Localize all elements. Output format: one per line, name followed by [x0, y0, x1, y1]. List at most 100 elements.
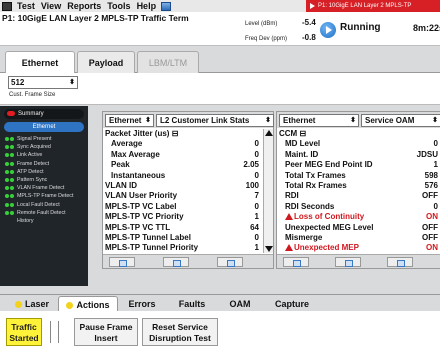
led-item[interactable]: Sync Acquired	[3, 143, 87, 151]
stat-label-text: VLAN ID	[105, 180, 137, 190]
led-item[interactable]: Pattern Sync	[3, 176, 87, 184]
window-button[interactable]	[163, 257, 189, 267]
led-item[interactable]: MPLS-TP Frame Detect	[3, 192, 87, 200]
stat-row: RDI OFF	[277, 191, 440, 201]
tab-errors[interactable]: Errors	[120, 296, 164, 312]
stat-row: Average 0	[103, 139, 273, 149]
led-item[interactable]: Signal Present	[3, 135, 87, 143]
scroll-down-icon[interactable]	[265, 246, 273, 252]
stat-row: Total Rx Frames 576	[277, 181, 440, 191]
reset-service-disruption-button[interactable]: Reset Service Disruption Test	[142, 318, 218, 346]
frame-size-label: Cust. Frame Size	[9, 92, 56, 98]
frame-size-bar: 512 ⬍ Cust. Frame Size	[0, 73, 440, 105]
led-label: VLAN Frame Detect	[17, 185, 65, 192]
led-item[interactable]: Frame Detect	[3, 160, 87, 168]
led-label: Pattern Sync	[17, 176, 48, 183]
split-button[interactable]	[387, 257, 413, 267]
menu-reports[interactable]: Reports	[64, 0, 104, 12]
led-item[interactable]: History	[3, 217, 87, 225]
status-header: P1: 10GigE LAN Layer 2 MPLS-TP Traffic T…	[0, 12, 440, 46]
stat-value: OFF	[422, 222, 438, 232]
tab-oam[interactable]: OAM	[220, 296, 260, 312]
led-item[interactable]: VLAN Frame Detect	[3, 184, 87, 192]
status-dot-icon	[66, 302, 74, 309]
status-led-icon	[5, 169, 9, 174]
stat-label[interactable]: CCM ⊟	[279, 129, 306, 139]
summary-button[interactable]: Summary	[4, 109, 84, 119]
run-play-icon[interactable]	[320, 22, 336, 38]
run-status: Running	[340, 22, 381, 33]
alarm-banner[interactable]: P1: 10GigE LAN Layer 2 MPLS-TP	[306, 0, 440, 12]
stat-label: MD Level	[285, 139, 320, 149]
help-book-icon[interactable]	[161, 1, 172, 11]
stat-row: MPLS-TP Tunnel Priority 1	[103, 243, 273, 253]
expand-button[interactable]	[283, 257, 309, 267]
tab-capture[interactable]: Capture	[264, 296, 320, 312]
stat-value: 598	[424, 170, 438, 180]
frame-size-select[interactable]: 512 ⬍	[8, 76, 78, 89]
left-scrollbar[interactable]	[263, 129, 273, 253]
window-button[interactable]	[335, 257, 361, 267]
stat-label: Unexpected MEP	[285, 243, 359, 253]
stat-label: MPLS-TP Tunnel Priority	[105, 243, 198, 253]
pause-frame-insert-button[interactable]: Pause Frame Insert	[74, 318, 138, 346]
action-bar: Traffic Started Pause Frame Insert Reset…	[0, 311, 440, 346]
stat-row: CCM ⊟	[277, 129, 440, 139]
traffic-started-button[interactable]: Traffic Started	[6, 318, 42, 346]
menu-view[interactable]: View	[38, 0, 64, 12]
right-stats-list: CCM ⊟ MD Level 0 Maint. ID JDSU Peer MEG End …	[277, 129, 440, 264]
left-category-select[interactable]: Ethernet ⬍	[105, 114, 154, 127]
menu-test[interactable]: Test	[14, 0, 38, 12]
led-label: Link Active	[17, 152, 43, 159]
stat-row: MPLS-TP VC Priority 1	[103, 212, 273, 222]
tab-laser[interactable]: Laser	[6, 296, 58, 312]
stat-row: MD Level 0	[277, 139, 440, 149]
led-item[interactable]: Link Active	[3, 151, 87, 159]
tab-payload[interactable]: Payload	[77, 51, 135, 73]
stat-label-text: MPLS-TP Tunnel Priority	[105, 243, 199, 253]
stat-label: MPLS-TP VC Label	[105, 202, 176, 212]
scroll-up-icon[interactable]	[265, 130, 273, 136]
expand-button[interactable]	[109, 257, 135, 267]
stat-row: Maint. ID JDSU	[277, 150, 440, 160]
stat-value: JDSU	[416, 149, 438, 159]
stat-label-text: Mismerge	[285, 232, 323, 242]
tab-faults[interactable]: Faults	[170, 296, 214, 312]
stat-value: OFF	[422, 232, 438, 242]
right-category-select[interactable]: Ethernet ⬍	[279, 114, 359, 127]
stat-label: Maint. ID	[285, 150, 318, 160]
status-led-icon	[5, 202, 9, 207]
stat-value: 1	[254, 212, 259, 222]
tab-lbm-ltm[interactable]: LBM/LTM	[137, 51, 199, 73]
tab-ethernet[interactable]: Ethernet	[5, 51, 75, 74]
menu-tools[interactable]: Tools	[104, 0, 133, 12]
tab-actions-label: Actions	[76, 300, 110, 310]
menu-help[interactable]: Help	[134, 0, 160, 12]
left-result-panel: Ethernet ⬍ L2 Customer Link Stats ⬍ Packet…	[102, 111, 274, 269]
right-view-select[interactable]: Service OAM ⬍	[361, 114, 440, 127]
stat-label[interactable]: Packet Jitter (us) ⊟	[105, 129, 178, 139]
status-led-icon	[5, 153, 9, 158]
stat-row: Unexpected MEP ON	[277, 243, 440, 253]
stat-row: VLAN User Priority 7	[103, 191, 273, 201]
stat-label-text: Max Average	[111, 149, 160, 159]
stat-row: Unexpected MEG Level OFF	[277, 223, 440, 233]
led-label: Signal Present	[17, 136, 52, 142]
led-item[interactable]: Remote Fault Detect	[3, 209, 87, 217]
ethernet-group-button[interactable]: Ethernet	[4, 122, 84, 132]
tab-actions[interactable]: Actions	[58, 296, 118, 312]
left-view-value: L2 Customer Link Stats	[160, 116, 250, 125]
left-stats-list: Packet Jitter (us) ⊟ Average 0 Max Average 0…	[103, 129, 273, 264]
led-item[interactable]: Local Fault Detect	[3, 201, 87, 209]
status-led-icon	[5, 177, 9, 182]
stat-label: RDI	[285, 191, 299, 201]
split-button[interactable]	[217, 257, 243, 267]
left-view-select[interactable]: L2 Customer Link Stats ⬍	[156, 114, 274, 127]
right-panel-header: Ethernet ⬍ Service OAM ⬍	[277, 112, 440, 128]
app-menu-icon[interactable]	[2, 1, 12, 11]
stat-value: 64	[250, 222, 259, 232]
status-led-icon	[5, 137, 9, 141]
led-item[interactable]: ATP Detect	[3, 168, 87, 176]
stat-value: ON	[426, 243, 438, 253]
stat-row: Max Average 0	[103, 150, 273, 160]
